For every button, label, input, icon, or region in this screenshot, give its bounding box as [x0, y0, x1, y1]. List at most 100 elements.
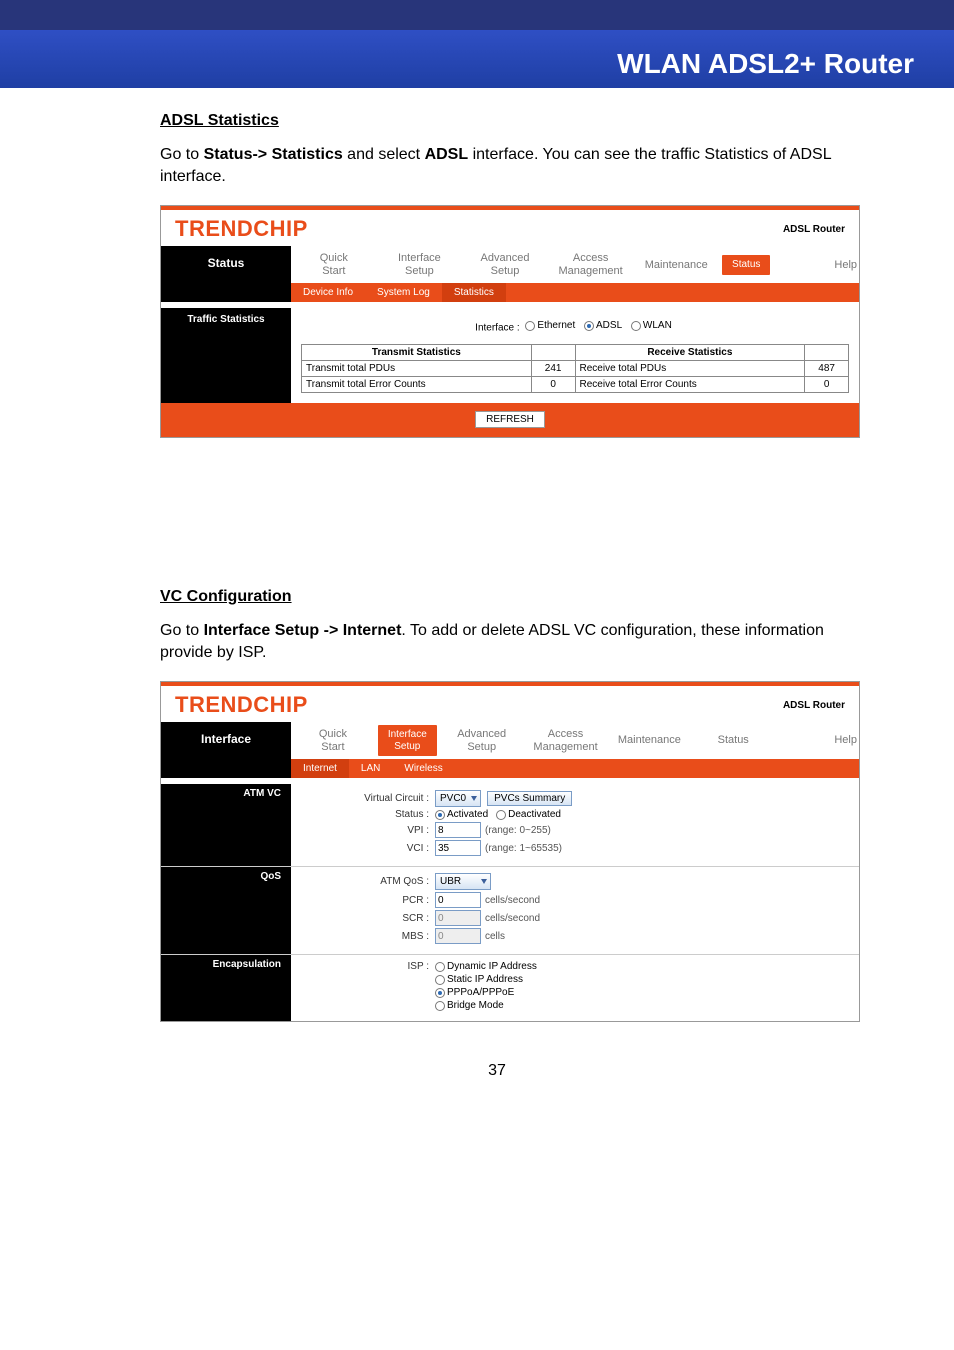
- tab-label: AdvancedSetup: [481, 252, 530, 277]
- screenshot-vc-config: TRENDCHIP ADSL Router Interface QuickSta…: [160, 681, 860, 1022]
- radio-static-ip[interactable]: Static IP Address: [435, 974, 537, 985]
- pvcs-summary-button[interactable]: PVCs Summary: [487, 791, 572, 806]
- radio-label: Activated: [447, 809, 488, 820]
- radio-label: Static IP Address: [447, 974, 523, 985]
- stats-table: Transmit Statistics Receive Statistics T…: [301, 344, 849, 393]
- tab-quick-start[interactable]: QuickStart: [291, 246, 377, 283]
- radio-dynamic-ip[interactable]: Dynamic IP Address: [435, 961, 537, 972]
- body-row: Traffic Statistics Interface : Ethernet …: [161, 308, 859, 403]
- subtab-statistics[interactable]: Statistics: [442, 283, 506, 302]
- radio-label: ADSL: [596, 320, 622, 331]
- interface-label: Interface :: [475, 323, 519, 334]
- radio-dot-selected: [435, 988, 445, 998]
- text: Go to: [160, 146, 204, 163]
- pcr-input[interactable]: [435, 892, 481, 908]
- brand-logo: TRENDCHIP: [175, 216, 308, 242]
- tab-label: Maintenance: [645, 259, 708, 271]
- rx-header: Receive Statistics: [575, 344, 805, 360]
- tab-label: Help: [834, 734, 857, 746]
- subtab-label: Internet: [303, 763, 337, 774]
- doc-banner: WLAN ADSL2+ Router: [0, 30, 954, 88]
- subtab-label: Statistics: [454, 287, 494, 298]
- tab-interface-setup-active[interactable]: InterfaceSetup: [378, 725, 437, 756]
- text-bold: Status-> Statistics: [204, 146, 343, 163]
- left-title-interface: Interface: [161, 722, 291, 759]
- row-scr: SCR : cells/second: [325, 910, 849, 926]
- qos-form: ATM QoS : UBR PCR : cells/second SCR : c…: [291, 867, 859, 954]
- tab-access-management[interactable]: AccessManagement: [524, 722, 608, 759]
- left-pad: [161, 283, 291, 302]
- isp-options: Dynamic IP Address Static IP Address PPP…: [435, 961, 545, 1011]
- tab-access-management[interactable]: AccessManagement: [548, 246, 634, 283]
- radio-adsl[interactable]: ADSL: [584, 320, 622, 331]
- subtab-lan[interactable]: LAN: [349, 759, 392, 778]
- radio-label: Bridge Mode: [447, 1000, 504, 1011]
- tab-status-active[interactable]: Status: [722, 255, 770, 275]
- tab-help[interactable]: Help: [773, 253, 859, 278]
- subtab-system-log[interactable]: System Log: [365, 283, 442, 302]
- left-traffic-stats: Traffic Statistics: [161, 308, 291, 403]
- radio-dot: [435, 1001, 445, 1011]
- radio-ethernet[interactable]: Ethernet: [525, 320, 575, 331]
- atm-form: Virtual Circuit : PVC0 PVCs Summary Stat…: [291, 784, 859, 866]
- subtab-device-info[interactable]: Device Info: [291, 283, 365, 302]
- vci-input[interactable]: [435, 840, 481, 856]
- router-label: ADSL Router: [783, 700, 845, 711]
- rx-value: 0: [805, 376, 849, 392]
- subtab-wireless[interactable]: Wireless: [392, 759, 454, 778]
- subtab-label: Device Info: [303, 287, 353, 298]
- tab-label: Status: [732, 259, 760, 270]
- vpi-input[interactable]: [435, 822, 481, 838]
- mbs-label: MBS :: [325, 931, 435, 942]
- vpi-label: VPI :: [325, 825, 435, 836]
- radio-pppoa-pppoe[interactable]: PPPoA/PPPoE: [435, 987, 537, 998]
- left-pad: [161, 759, 291, 778]
- radio-label: Deactivated: [508, 809, 561, 820]
- tab-quick-start[interactable]: QuickStart: [291, 722, 375, 759]
- radio-activated[interactable]: Activated: [435, 809, 488, 820]
- row-atm-qos: ATM QoS : UBR: [325, 873, 849, 890]
- page-content: ADSL Statistics Go to Status-> Statistic…: [0, 88, 954, 1080]
- subtab-label: Wireless: [404, 763, 442, 774]
- section-qos: QoS ATM QoS : UBR PCR : cells/second SCR…: [161, 866, 859, 954]
- tab-advanced-setup[interactable]: AdvancedSetup: [440, 722, 524, 759]
- tab-maintenance[interactable]: Maintenance: [633, 253, 719, 278]
- scr-unit: cells/second: [485, 913, 540, 924]
- section-atm-vc: ATM VC Virtual Circuit : PVC0 PVCs Summa…: [161, 784, 859, 866]
- tab-advanced-setup[interactable]: AdvancedSetup: [462, 246, 548, 283]
- sub-tabs: Internet LAN Wireless: [291, 759, 859, 778]
- radio-wlan[interactable]: WLAN: [631, 320, 672, 331]
- scr-label: SCR :: [325, 913, 435, 924]
- radio-bridge-mode[interactable]: Bridge Mode: [435, 1000, 537, 1011]
- tab-label: AccessManagement: [533, 728, 597, 753]
- subtab-internet[interactable]: Internet: [291, 759, 349, 778]
- mbs-input: [435, 928, 481, 944]
- tab-label: InterfaceSetup: [398, 252, 441, 277]
- tab-maintenance[interactable]: Maintenance: [607, 728, 691, 753]
- section-encap: Encapsulation ISP : Dynamic IP Address S…: [161, 954, 859, 1021]
- tab-interface-setup[interactable]: InterfaceSetup: [377, 246, 463, 283]
- subtab-label: System Log: [377, 287, 430, 298]
- nav-row: Status QuickStart InterfaceSetup Advance…: [161, 246, 859, 283]
- radio-deactivated[interactable]: Deactivated: [496, 809, 561, 820]
- sub-tabs: Device Info System Log Statistics: [291, 283, 859, 302]
- rx-label: Receive total Error Counts: [575, 376, 805, 392]
- section-head-atm: ATM VC: [161, 784, 291, 866]
- vc-select[interactable]: PVC0: [435, 790, 481, 807]
- tab-label: QuickStart: [319, 728, 347, 753]
- text-bold: Interface Setup -> Internet: [204, 622, 402, 639]
- qos-select[interactable]: UBR: [435, 873, 491, 890]
- tx-value: 0: [531, 376, 575, 392]
- rx-value: 487: [805, 360, 849, 376]
- radio-dot: [525, 321, 535, 331]
- tab-status[interactable]: Status: [691, 728, 775, 753]
- tx-label: Transmit total Error Counts: [302, 376, 532, 392]
- vc-config-heading: VC Configuration: [160, 588, 834, 606]
- select-value: UBR: [440, 876, 461, 887]
- refresh-button[interactable]: REFRESH: [475, 411, 545, 428]
- radio-dot: [435, 975, 445, 985]
- row-virtual-circuit: Virtual Circuit : PVC0 PVCs Summary: [325, 790, 849, 807]
- radio-dot: [435, 962, 445, 972]
- tab-help[interactable]: Help: [775, 728, 859, 753]
- table-row: Transmit total Error Counts 0 Receive to…: [302, 376, 849, 392]
